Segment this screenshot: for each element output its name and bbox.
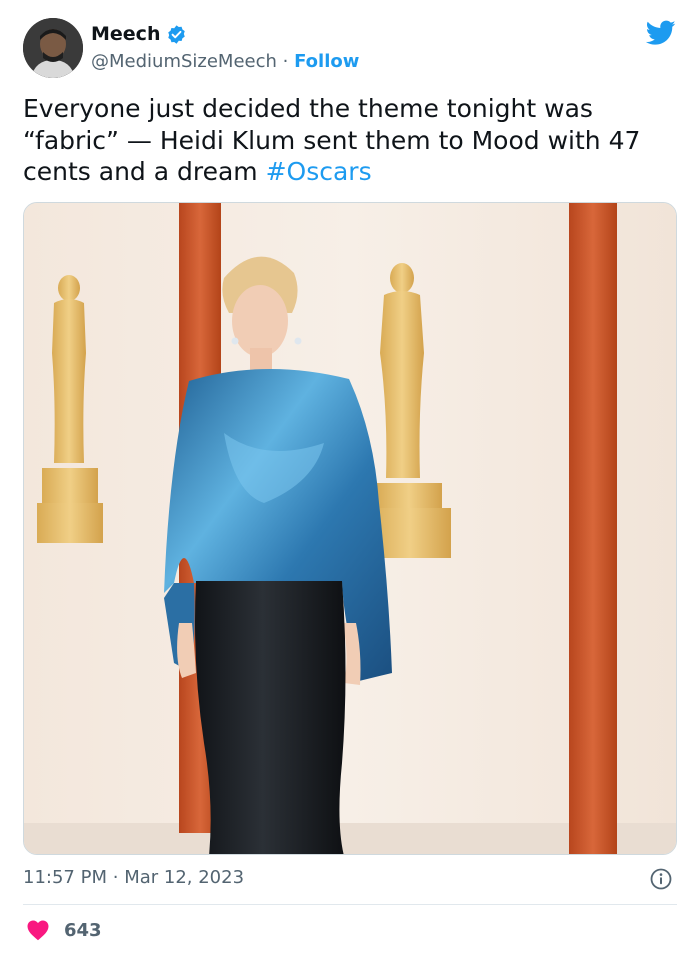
- hashtag-link[interactable]: #Oscars: [266, 157, 372, 186]
- info-icon[interactable]: [649, 867, 673, 891]
- tweet-time: 11:57 PM: [23, 867, 107, 888]
- handle-row: @MediumSizeMeech · Follow: [91, 51, 359, 72]
- handle-separator: ·: [282, 51, 289, 72]
- display-name[interactable]: Meech: [91, 23, 160, 45]
- follow-button[interactable]: Follow: [294, 51, 359, 72]
- like-count: 643: [64, 919, 102, 941]
- tweet-text: Everyone just decided the theme tonight …: [23, 93, 673, 188]
- author-name-row: Meech: [91, 23, 187, 45]
- author-handle[interactable]: @MediumSizeMeech: [91, 51, 277, 72]
- tweet-header: Meech @MediumSizeMeech · Follow: [23, 18, 679, 80]
- heart-icon: [26, 919, 50, 941]
- like-button[interactable]: 643: [26, 919, 102, 941]
- avatar[interactable]: [23, 18, 83, 78]
- tweet-photo[interactable]: [23, 202, 677, 855]
- timestamp-separator: ·: [112, 867, 119, 888]
- twitter-bird-icon[interactable]: [645, 20, 676, 46]
- divider: [23, 904, 677, 905]
- tweet-date: Mar 12, 2023: [124, 867, 245, 888]
- verified-badge-icon: [166, 24, 187, 45]
- tweet-timestamp[interactable]: 11:57 PM · Mar 12, 2023: [23, 867, 244, 888]
